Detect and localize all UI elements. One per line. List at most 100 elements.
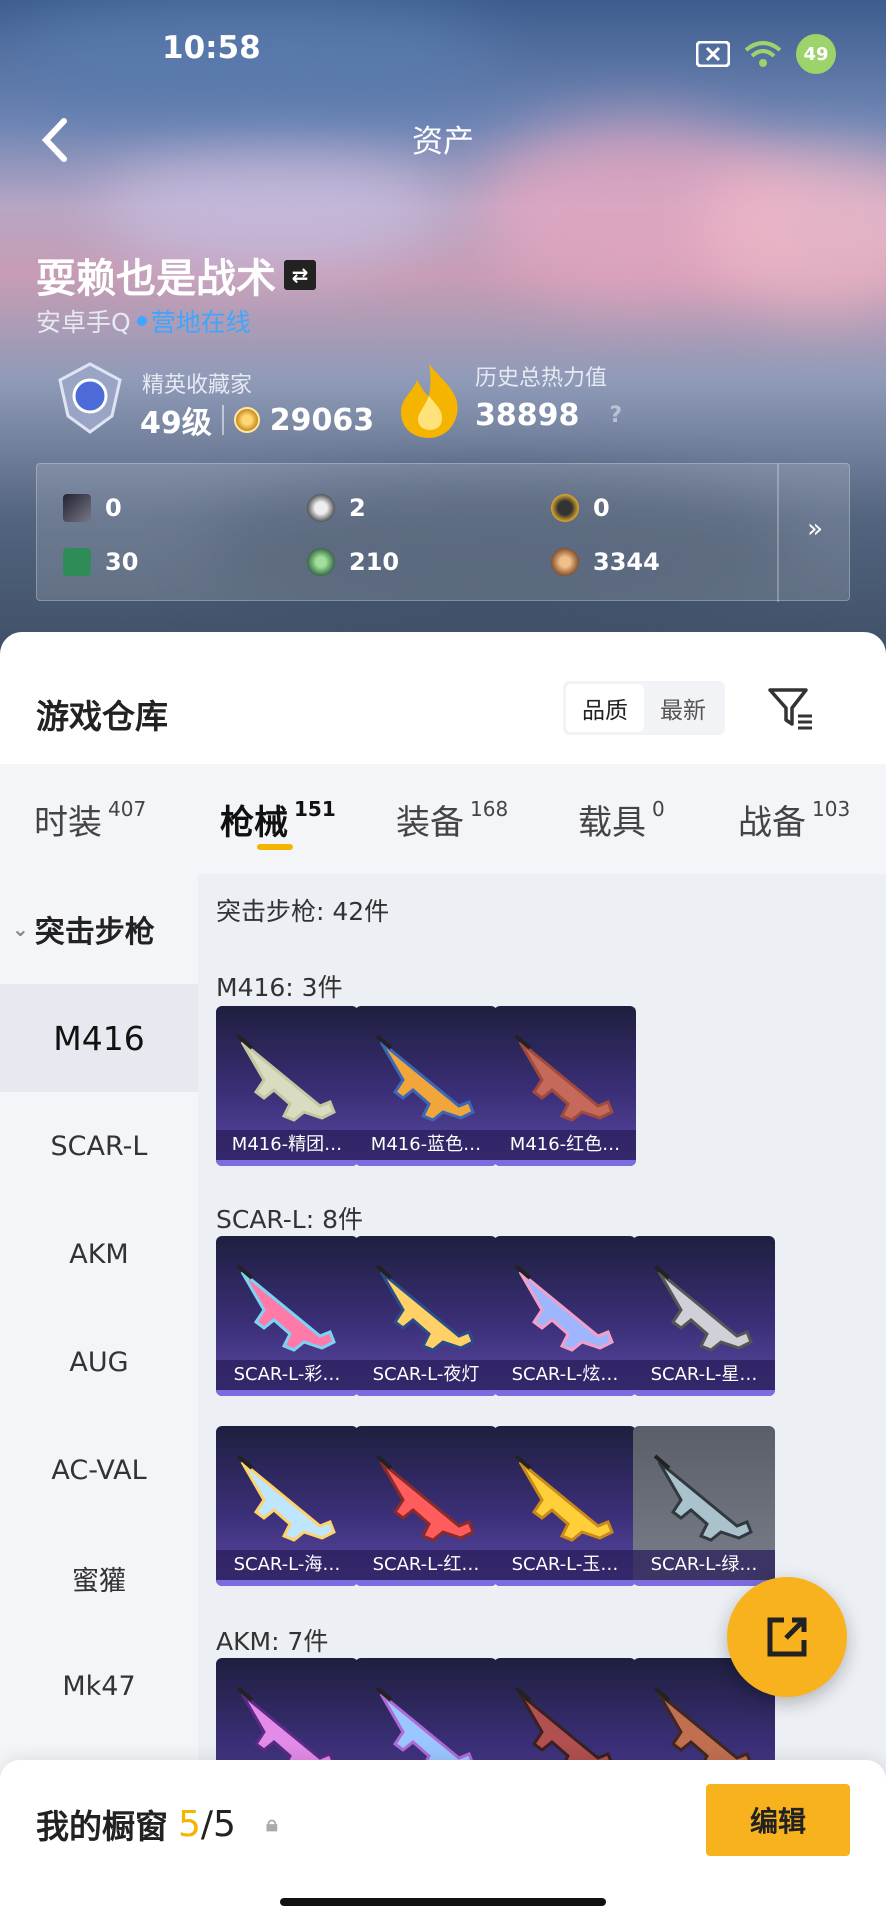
active-tab-indicator: [257, 844, 293, 850]
sidebar-item-scar-l[interactable]: SCAR-L: [0, 1092, 198, 1200]
rifle-icon: [514, 1034, 614, 1122]
switch-account-icon[interactable]: ⇄: [284, 260, 316, 290]
tab-outfits[interactable]: 时装 407: [34, 764, 146, 874]
currency-card: 0: [63, 494, 122, 522]
sidebar-item-m416[interactable]: M416: [0, 984, 198, 1092]
level-value: 49级: [140, 406, 212, 441]
weapon-card[interactable]: M416-精团…: [216, 1006, 358, 1166]
status-time: 10:58: [162, 30, 261, 66]
sidebar-item-akm[interactable]: AKM: [0, 1200, 198, 1308]
help-icon[interactable]: ?: [609, 403, 622, 428]
tab-label: 战备: [738, 802, 806, 843]
sidebar-item-mk47[interactable]: Mk47: [0, 1632, 198, 1740]
tab-label: 时装: [34, 802, 102, 843]
currency-value: 210: [349, 548, 400, 576]
tab-weapons[interactable]: 枪械 151: [220, 764, 336, 874]
tab-count: 0: [652, 797, 665, 821]
rifle-icon: [514, 1454, 614, 1542]
weapon-card-label: SCAR-L-星…: [633, 1360, 775, 1390]
sidebar-item-ac-val[interactable]: AC-VAL: [0, 1416, 198, 1524]
green-orb-icon: [307, 548, 335, 576]
currency-value: 0: [593, 494, 610, 522]
weapon-card[interactable]: M416-红色…: [494, 1006, 636, 1166]
tab-count: 151: [294, 797, 336, 821]
sidebar-item-honey-badger[interactable]: 蜜獾: [0, 1524, 198, 1632]
weapon-card[interactable]: SCAR-L-彩…: [216, 1236, 358, 1396]
sidebar-item-aug[interactable]: AUG: [0, 1308, 198, 1416]
currency-ticket: 30: [63, 548, 138, 576]
sort-quality-button[interactable]: 品质: [566, 684, 644, 732]
showcase-count-current: 5: [178, 1803, 201, 1845]
weapon-card[interactable]: SCAR-L-海…: [216, 1426, 358, 1586]
level-row: 49级 29063: [140, 398, 374, 442]
tab-label: 装备: [396, 802, 464, 843]
heat-row: 38898 ?: [475, 398, 622, 433]
rifle-icon: [236, 1034, 336, 1122]
weapon-card-label: SCAR-L-夜灯: [355, 1360, 497, 1390]
weapon-card-label: SCAR-L-绿…: [633, 1550, 775, 1580]
tab-vehicles[interactable]: 载具 0: [578, 764, 665, 874]
currency-value: 2: [349, 494, 366, 522]
share-fab[interactable]: [727, 1577, 847, 1697]
weapon-card-label: M416-精团…: [216, 1130, 358, 1160]
showcase-bar: 我的橱窗 5/5 🔒︎ 编辑: [0, 1760, 886, 1920]
rarity-bar: [216, 1160, 358, 1166]
currency-value: 30: [105, 548, 139, 576]
weapon-card-label: SCAR-L-海…: [216, 1550, 358, 1580]
section-title: AKM: 7件: [216, 1627, 329, 1656]
online-status: 营地在线: [150, 308, 251, 337]
weapon-card[interactable]: SCAR-L-星…: [633, 1236, 775, 1396]
app-root: { "status": {"time": "10:58", "battery":…: [0, 0, 886, 1920]
warehouse-sheet: 游戏仓库 品质 最新 时装 407 枪械 151 装备 168 载具 0 战备 103 ⌄…: [0, 632, 886, 1920]
lock-icon: 🔒︎: [265, 1811, 278, 1837]
tab-count: 407: [108, 797, 147, 821]
green-ticket-icon: [63, 548, 91, 576]
rank-title: 精英收藏家: [142, 373, 253, 398]
currency-value: 0: [105, 494, 122, 522]
currency-bronze: 3344: [551, 548, 660, 576]
heat-value: 38898: [475, 398, 580, 433]
share-icon: [767, 1617, 807, 1657]
rifle-icon: [514, 1264, 614, 1352]
tab-equipment[interactable]: 装备 168: [396, 764, 508, 874]
weapon-card[interactable]: SCAR-L-夜灯: [355, 1236, 497, 1396]
more-currencies-icon[interactable]: »: [807, 514, 823, 544]
showcase-count: 5/5: [178, 1804, 236, 1845]
weapon-card[interactable]: SCAR-L-炫…: [494, 1236, 636, 1396]
currency-panel: 0 2 0 30 210 3344 »: [36, 463, 850, 602]
currency-value: 3344: [593, 548, 660, 576]
heat-caption: 历史总热力值: [475, 366, 608, 391]
collector-badge-icon: [58, 362, 122, 434]
section-title: SCAR-L: 8件: [216, 1205, 364, 1234]
filter-icon[interactable]: [766, 684, 814, 732]
edit-button[interactable]: 编辑: [706, 1784, 850, 1856]
weapon-card-label: SCAR-L-玉…: [494, 1550, 636, 1580]
coin-value: 29063: [269, 402, 375, 438]
screen-off-icon: [696, 41, 730, 67]
sort-toggle: 品质 最新: [563, 681, 725, 735]
bronze-coin-icon: [551, 548, 579, 576]
weapon-card-label: SCAR-L-彩…: [216, 1360, 358, 1390]
rarity-bar: [216, 1580, 358, 1586]
weapon-card[interactable]: SCAR-L-绿…: [633, 1426, 775, 1586]
coin-icon: [233, 407, 260, 433]
weapon-card[interactable]: SCAR-L-玉…: [494, 1426, 636, 1586]
tab-label: 载具: [578, 802, 646, 843]
section-title: M416: 3件: [216, 973, 343, 1002]
weapon-card[interactable]: SCAR-L-红…: [355, 1426, 497, 1586]
flame-icon: [401, 364, 458, 438]
tab-supplies[interactable]: 战备 103: [738, 764, 850, 874]
sidebar-category[interactable]: ⌄ 突击步枪: [12, 874, 155, 984]
warehouse-title: 游戏仓库: [36, 697, 168, 736]
platform-row: 安卓手Q 营地在线: [36, 303, 251, 339]
rarity-bar: [494, 1580, 636, 1586]
online-dot-icon: [136, 316, 147, 326]
card-icon: [63, 494, 91, 522]
sort-latest-button[interactable]: 最新: [644, 684, 722, 732]
profile-header: 10:58 49 资产 耍赖也是战术 ⇄ 安卓手Q 营地在线 精英收藏家 49级…: [0, 0, 886, 690]
weapon-card[interactable]: M416-蓝色…: [355, 1006, 497, 1166]
category-label: 突击步枪: [34, 915, 155, 950]
platform-label: 安卓手Q: [36, 308, 131, 337]
weapon-card-label: SCAR-L-红…: [355, 1550, 497, 1580]
rarity-bar: [216, 1390, 358, 1396]
